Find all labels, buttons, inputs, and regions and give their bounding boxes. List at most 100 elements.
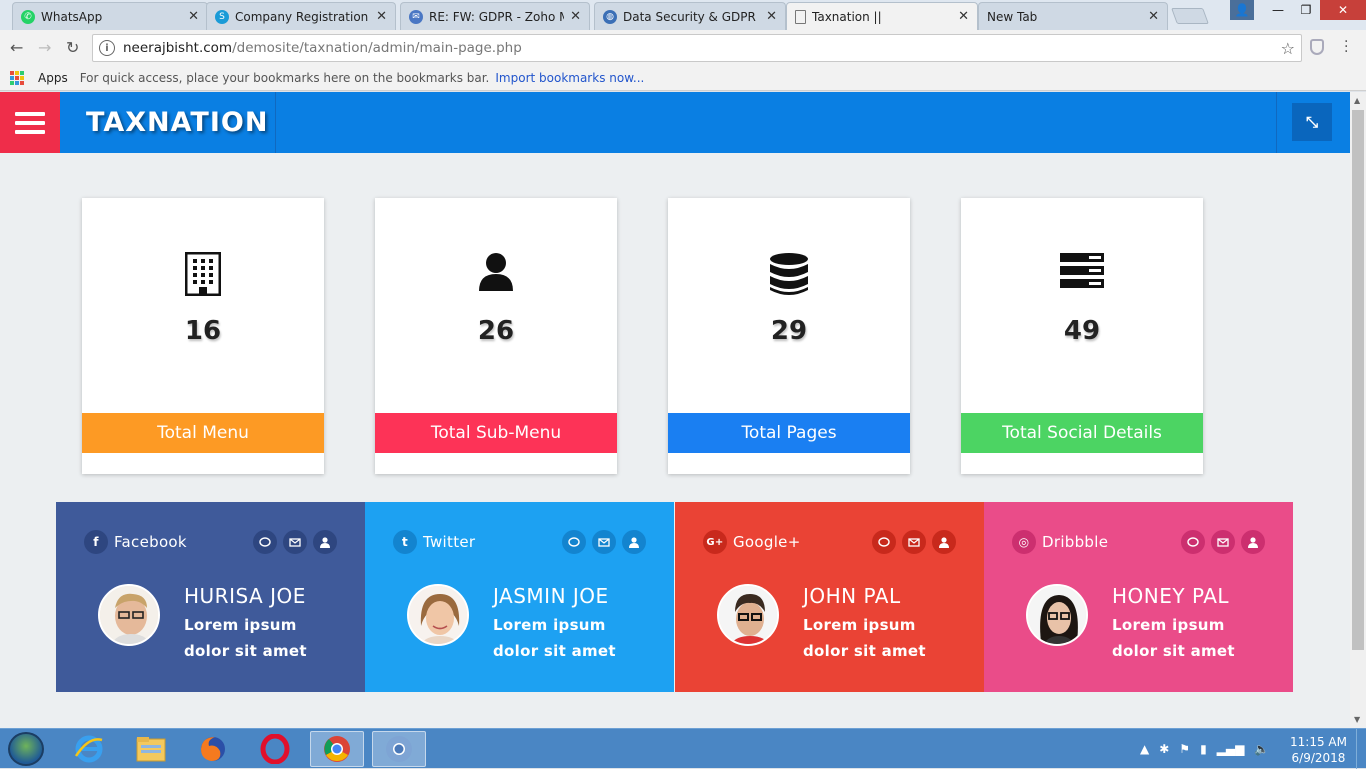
shield-extension-icon[interactable] [1310,39,1324,55]
close-icon[interactable]: ✕ [958,9,969,24]
network-label[interactable]: ◎ Dribbble [1012,530,1108,554]
address-bar[interactable]: i neerajbisht.com/demosite/taxnation/adm… [92,34,1302,62]
back-arrow-icon[interactable]: ← [10,38,23,57]
envelope-icon[interactable] [902,530,926,554]
tab-company-registration[interactable]: S Company Registration | T ✕ [206,2,396,30]
firefox-icon[interactable] [186,731,240,767]
user-icon [375,252,617,292]
envelope-icon[interactable] [1211,530,1235,554]
scroll-up-icon[interactable]: ▲ [1354,96,1360,105]
stat-value: 29 [770,316,808,346]
action-buttons [253,530,337,554]
comment-icon[interactable] [1181,530,1205,554]
action-center-flag-icon[interactable]: ⚑ [1179,742,1190,756]
mail-icon: ✉ [409,9,423,24]
taskbar-clock[interactable]: 11:15 AM 6/9/2018 [1290,734,1347,766]
network-signal-icon[interactable]: ▂▄▆ [1217,742,1245,756]
stat-label-button[interactable]: Total Sub-Menu [375,413,617,453]
file-explorer-icon[interactable] [124,731,178,767]
stat-value: 26 [477,316,515,346]
stat-card-total-social-details: 49 Total Social Details [961,198,1203,474]
user-icon[interactable] [1241,530,1265,554]
page-scrollbar[interactable]: ▲ ▼ [1350,92,1366,728]
tab-data-security[interactable]: ◍ Data Security & GDPR – A ✕ [594,2,786,30]
forward-arrow-icon[interactable]: → [38,38,51,57]
person-desc-line2: dolor sit amet [803,642,926,660]
apps-grid-icon[interactable] [10,71,24,85]
social-panel-twitter: t Twitter JASMIN JOE Lorem ipsum dolor s… [365,502,674,692]
brand-logo[interactable]: TAXNATION [60,92,276,153]
comment-icon[interactable] [253,530,277,554]
action-buttons [1181,530,1265,554]
start-button[interactable] [8,732,44,766]
window-close-button[interactable]: ✕ [1320,0,1366,20]
envelope-icon[interactable] [592,530,616,554]
google-plus-icon: G+ [703,530,727,554]
apps-link[interactable]: Apps [38,71,68,85]
import-bookmarks-link[interactable]: Import bookmarks now... [495,71,644,85]
chrome-window-icon[interactable] [372,731,426,767]
stat-card-total-sub-menu: 26 Total Sub-Menu [375,198,617,474]
avatar [717,584,779,646]
action-buttons [872,530,956,554]
person-name: JASMIN JOE [493,584,609,608]
scrollbar-thumb[interactable] [1352,110,1364,650]
new-tab-button[interactable] [1171,8,1209,24]
user-icon[interactable] [622,530,646,554]
close-icon[interactable]: ✕ [1148,9,1159,24]
avatar [98,584,160,646]
restore-button[interactable]: ❐ [1292,0,1320,20]
tab-taxnation[interactable]: Taxnation || ✕ [786,2,978,30]
minimize-button[interactable]: — [1264,0,1292,20]
social-panel-dribbble: ◎ Dribbble HONEY PAL Lorem ipsum dolor s… [984,502,1293,692]
browser-menu-icon[interactable]: · · · [1344,35,1348,59]
building-icon [82,252,324,296]
database-icon [668,252,910,296]
tab-new-tab[interactable]: New Tab ✕ [978,2,1168,30]
tab-zoho-mail[interactable]: ✉ RE: FW: GDPR - Zoho Ma ✕ [400,2,590,30]
fullscreen-expand-button[interactable]: ⤡ [1292,103,1332,141]
show-desktop-button[interactable] [1356,729,1366,769]
system-tray: ▲ ✱ ⚑ ▮ ▂▄▆ 🔈 [1140,729,1269,769]
scroll-down-icon[interactable]: ▼ [1354,715,1360,724]
network-label[interactable]: t Twitter [393,530,475,554]
user-icon[interactable] [313,530,337,554]
show-hidden-icons-icon[interactable]: ▲ [1140,742,1149,756]
person-desc-line2: dolor sit amet [1112,642,1235,660]
power-icon[interactable]: ▮ [1200,742,1207,756]
window-controls: 👤 — ❐ ✕ [1230,0,1366,20]
stat-label-button[interactable]: Total Social Details [961,413,1203,453]
network-label[interactable]: f Facebook [84,530,187,554]
close-icon[interactable]: ✕ [766,9,777,24]
user-icon[interactable] [932,530,956,554]
app-header: TAXNATION ⤡ [0,92,1350,153]
company-icon: S [215,9,229,24]
opera-icon[interactable] [248,731,302,767]
bluetooth-icon[interactable]: ✱ [1159,742,1169,756]
user-profile-icon[interactable]: 👤 [1230,0,1254,20]
stat-label-button[interactable]: Total Menu [82,413,324,453]
chrome-icon[interactable] [310,731,364,767]
bookmark-star-icon[interactable]: ☆ [1281,39,1295,58]
action-buttons [562,530,646,554]
comment-icon[interactable] [872,530,896,554]
stat-label-button[interactable]: Total Pages [668,413,910,453]
person-name: HURISA JOE [184,584,306,608]
person-name: JOHN PAL [803,584,901,608]
stat-card-total-pages: 29 Total Pages [668,198,910,474]
close-icon[interactable]: ✕ [376,9,387,24]
network-label[interactable]: G+ Google+ [703,530,801,554]
reload-icon[interactable]: ↻ [66,38,79,57]
close-icon[interactable]: ✕ [570,9,581,24]
info-icon[interactable]: i [99,40,115,56]
comment-icon[interactable] [562,530,586,554]
envelope-icon[interactable] [283,530,307,554]
hamburger-menu-button[interactable] [0,92,60,153]
close-icon[interactable]: ✕ [188,9,199,24]
avatar [407,584,469,646]
internet-explorer-icon[interactable] [62,731,116,767]
volume-icon[interactable]: 🔈 [1254,742,1269,756]
person-desc-line1: Lorem ipsum [1112,616,1225,634]
person-desc-line1: Lorem ipsum [803,616,916,634]
tab-whatsapp[interactable]: ✆ WhatsApp ✕ [12,2,208,30]
